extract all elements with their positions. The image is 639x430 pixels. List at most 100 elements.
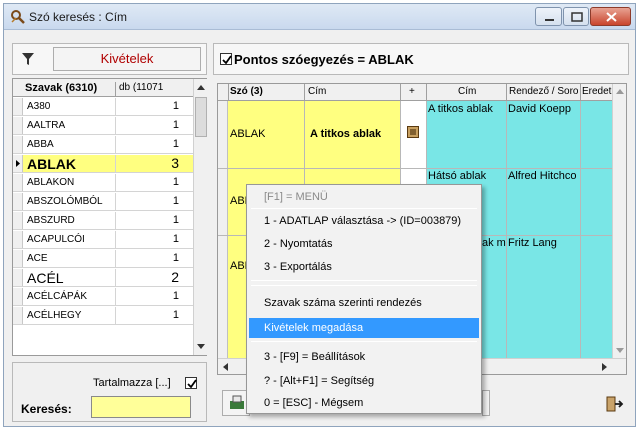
maximize-button[interactable] — [563, 7, 589, 26]
count-cell: 1 — [115, 307, 181, 324]
app-icon — [11, 10, 25, 24]
menu-item-cancel[interactable]: 0 = [ESC] - Mégsem — [249, 393, 479, 413]
row-indicator — [13, 98, 23, 115]
menu-item-adatlap[interactable]: 1 - ADATLAP választása -> (ID=003879) — [249, 211, 479, 231]
checkmark-icon — [187, 379, 197, 389]
minimize-button[interactable] — [535, 7, 562, 26]
header-count[interactable]: db (11071 — [115, 82, 175, 96]
header-rendezo[interactable]: Rendező / Sorо — [509, 86, 579, 97]
row-divider — [218, 168, 612, 169]
header-words[interactable]: Szavak (6310) — [25, 82, 97, 94]
row-indicator — [13, 117, 23, 134]
word-cell: ABSZURD — [27, 215, 75, 226]
menu-item-settings[interactable]: 3 - [F9] = Beállítások — [249, 347, 479, 367]
menu-separator — [251, 341, 477, 342]
header-eredet[interactable]: Eredet — [582, 86, 612, 97]
cell-rendezo[interactable]: Alfred Hitchco — [508, 170, 580, 182]
word-list[interactable]: Szavak (6310) db (11071 A380 1 AALTRA 1 ABBA… — [12, 78, 207, 356]
close-button[interactable] — [590, 7, 631, 26]
exact-match-checkbox[interactable] — [220, 53, 232, 65]
word-cell: AALTRA — [27, 120, 66, 131]
results-vscroll[interactable] — [612, 84, 626, 358]
list-item[interactable]: AALTRA 1 — [13, 117, 193, 135]
count-cell: 1 — [115, 98, 181, 115]
header-szo[interactable]: Szó (3) — [230, 86, 263, 97]
toolbar-button[interactable] — [482, 390, 490, 416]
exceptions-button[interactable]: Kivételek — [53, 47, 201, 71]
word-cell: ABBA — [27, 139, 54, 150]
count-cell: 1 — [115, 174, 181, 191]
cell-cim2[interactable]: ak m — [482, 237, 506, 249]
list-item[interactable]: ACE 1 — [13, 250, 193, 268]
header-plus[interactable]: + — [409, 86, 415, 97]
word-cell: ACÉL — [27, 270, 64, 286]
count-cell: 2 — [115, 269, 181, 286]
row-indicator — [13, 155, 23, 172]
count-cell: 1 — [115, 231, 181, 248]
menu-separator — [251, 285, 477, 286]
menu-item-header: [F1] = MENÜ — [264, 191, 328, 203]
cell-cim[interactable]: A titkos ablak — [310, 128, 381, 140]
title-bar: Szó keresés : Cím — [4, 4, 635, 30]
list-item[interactable]: A380 1 — [13, 98, 193, 116]
results-header: Szó (3) Cím + Cím Rendező / Sorо Eredet — [218, 84, 626, 101]
cell-cim2[interactable]: A titkos ablak — [428, 103, 506, 115]
window-title: Szó keresés : Cím — [29, 10, 128, 24]
list-item[interactable]: ABLAKON 1 — [13, 174, 193, 192]
left-toolbar: Kivételek — [12, 43, 207, 75]
row-indicator — [13, 174, 23, 191]
word-list-scrollbar[interactable] — [193, 79, 207, 355]
search-input[interactable] — [91, 396, 191, 418]
menu-item-help[interactable]: ? - [Alt+F1] = Segítség — [249, 371, 479, 391]
row-indicator-column — [218, 101, 228, 358]
cell-szo[interactable]: ABLAK — [230, 128, 265, 140]
list-item[interactable]: ABSZURD 1 — [13, 212, 193, 230]
menu-item-exceptions[interactable]: Kivételek megadása — [249, 318, 479, 338]
count-cell: 1 — [115, 136, 181, 153]
list-item[interactable]: ACÉLCÁPÁK 1 — [13, 288, 193, 306]
right-toolbar: Pontos szóegyezés = ABLAK — [213, 43, 629, 75]
list-item[interactable]: ACAPULCÓI 1 — [13, 231, 193, 249]
list-item[interactable]: ABBA 1 — [13, 136, 193, 154]
word-cell: A380 — [27, 101, 51, 112]
scroll-thumb[interactable] — [195, 97, 207, 137]
count-cell: 1 — [115, 212, 181, 229]
cell-rendezo[interactable]: David Koepp — [508, 103, 580, 115]
checkmark-icon — [222, 55, 232, 65]
row-indicator — [13, 136, 23, 153]
menu-separator — [251, 280, 477, 281]
word-cell: ACE — [27, 253, 48, 264]
list-item[interactable]: ACÉLHEGY 1 — [13, 307, 193, 325]
menu-item-print[interactable]: 2 - Nyomtatás — [249, 234, 479, 254]
search-label: Keresés: — [21, 402, 72, 416]
row-indicator — [13, 269, 23, 286]
row-indicator — [13, 288, 23, 305]
filter-icon[interactable] — [21, 52, 35, 66]
cell-rendezo[interactable]: Fritz Lang — [508, 237, 580, 249]
header-cim2[interactable]: Cím — [458, 86, 476, 97]
row-indicator — [13, 212, 23, 229]
list-item[interactable]: ACÉL 2 — [13, 269, 193, 287]
scroll-arrows-icon — [616, 89, 624, 353]
word-cell: ABLAKON — [27, 177, 75, 188]
cell-cim2[interactable]: Hátsó ablak — [428, 170, 506, 182]
menu-item-sort-by-count[interactable]: Szavak száma szerinti rendezés — [249, 293, 479, 313]
row-indicator — [13, 250, 23, 267]
word-list-header: Szavak (6310) db (11071 — [13, 79, 193, 97]
col-divider — [580, 101, 581, 358]
record-icon[interactable] — [407, 126, 419, 138]
header-cim[interactable]: Cím — [308, 86, 326, 97]
exit-icon[interactable] — [604, 394, 624, 414]
context-menu: [F1] = MENÜ 1 - ADATLAP választása -> (I… — [246, 184, 482, 414]
word-cell: ACÉLHEGY — [27, 310, 82, 321]
row-indicator — [13, 307, 23, 324]
list-item[interactable]: ABLAK 3 — [13, 155, 193, 173]
col-divider — [506, 101, 507, 358]
maximize-icon — [571, 12, 583, 22]
list-item[interactable]: ABSZOLÓMBÓL 1 — [13, 193, 193, 211]
col-rendezo-bg — [506, 101, 580, 358]
menu-item-export[interactable]: 3 - Exportálás — [249, 257, 479, 277]
row-indicator — [13, 231, 23, 248]
word-cell: ACÉLCÁPÁK — [27, 291, 88, 302]
contains-checkbox[interactable] — [185, 377, 197, 389]
